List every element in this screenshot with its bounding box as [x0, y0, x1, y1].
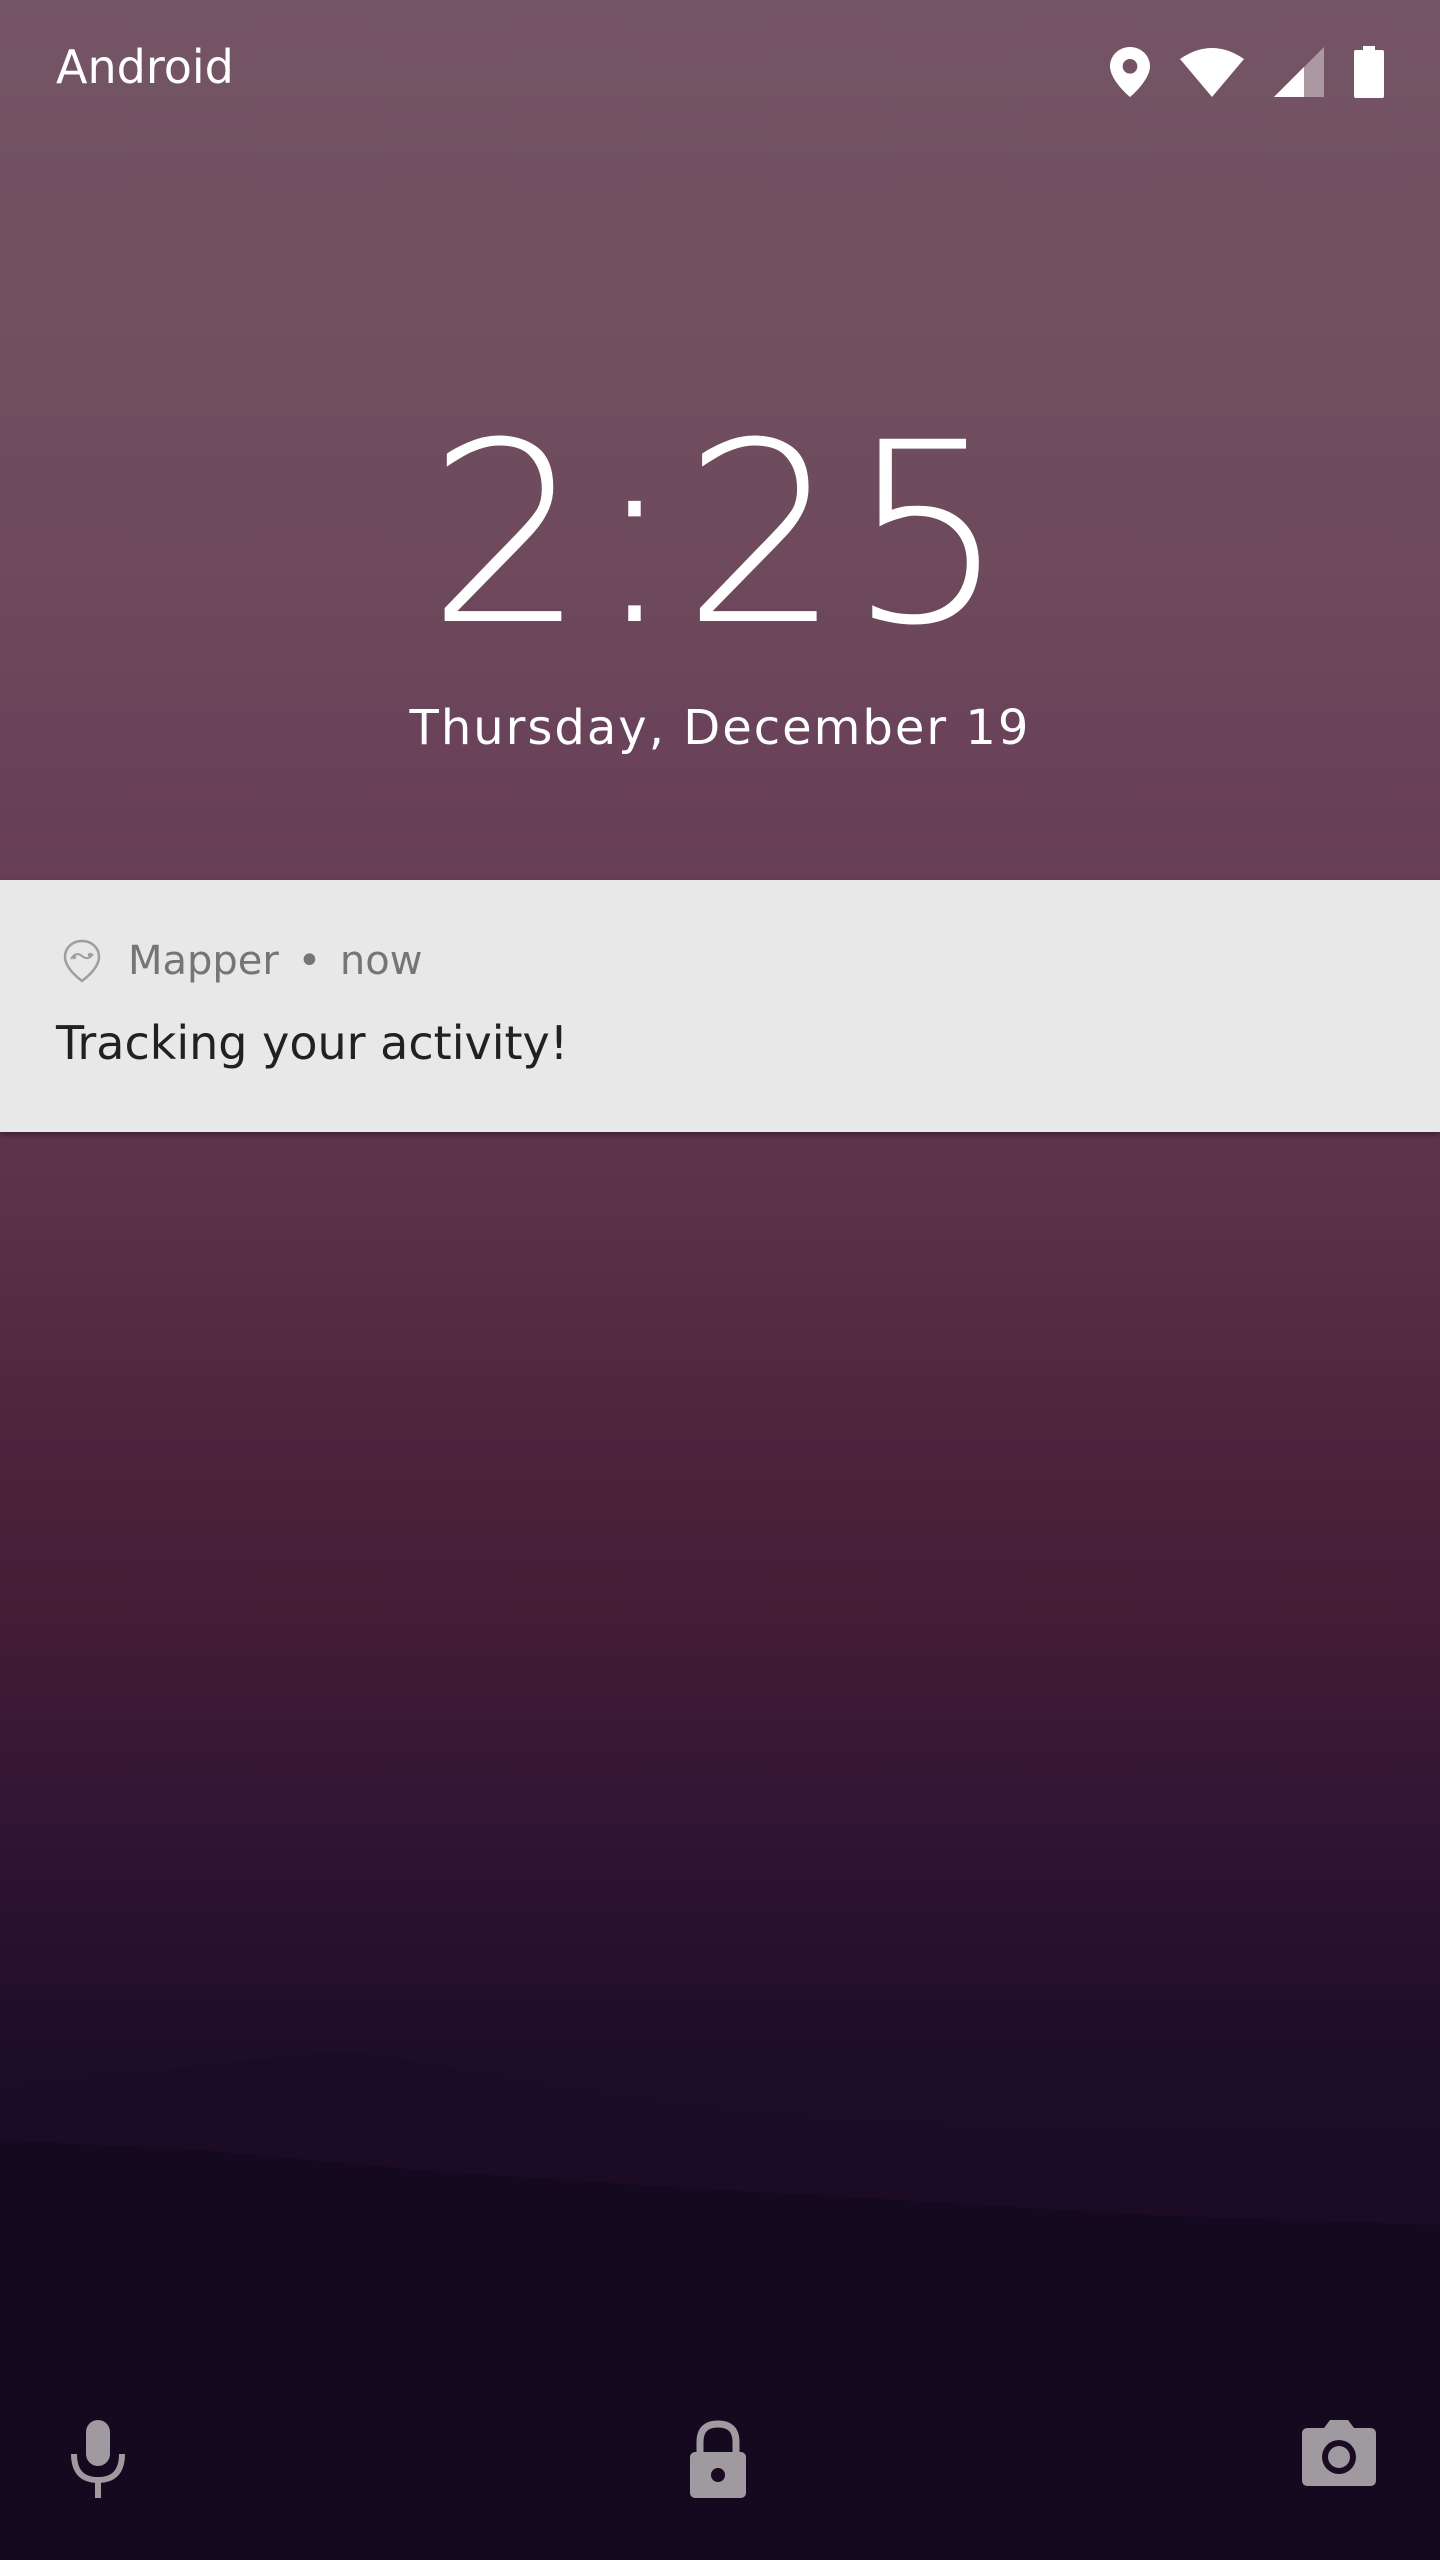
wallpaper-mountains [0, 2052, 1440, 2560]
microphone-icon[interactable] [66, 2420, 130, 2500]
notification-separator: • [297, 938, 322, 984]
camera-icon[interactable] [1302, 2420, 1376, 2486]
notification-timestamp: now [339, 938, 423, 984]
notification-text: Tracking your activity! [56, 1016, 569, 1070]
location-icon [1110, 47, 1150, 97]
wifi-icon [1180, 48, 1244, 97]
lock-screen: Android 2:25 Thursday, December 19 Mappe… [0, 0, 1440, 2560]
lockscreen-date: Thursday, December 19 [409, 700, 1031, 756]
mapper-app-icon [63, 939, 101, 983]
notification-app-name: Mapper [128, 938, 279, 984]
notification-card[interactable]: Mapper • now Tracking your activity! [0, 880, 1440, 1132]
signal-icon [1274, 47, 1324, 97]
carrier-label: Android [56, 40, 234, 94]
lock-icon[interactable] [686, 2420, 750, 2500]
status-icons [1110, 44, 1384, 100]
lockscreen-clock: 2:25 [427, 389, 1013, 680]
notification-header: Mapper • now [62, 938, 422, 984]
status-bar: Android [0, 0, 1440, 140]
battery-icon [1354, 46, 1384, 98]
